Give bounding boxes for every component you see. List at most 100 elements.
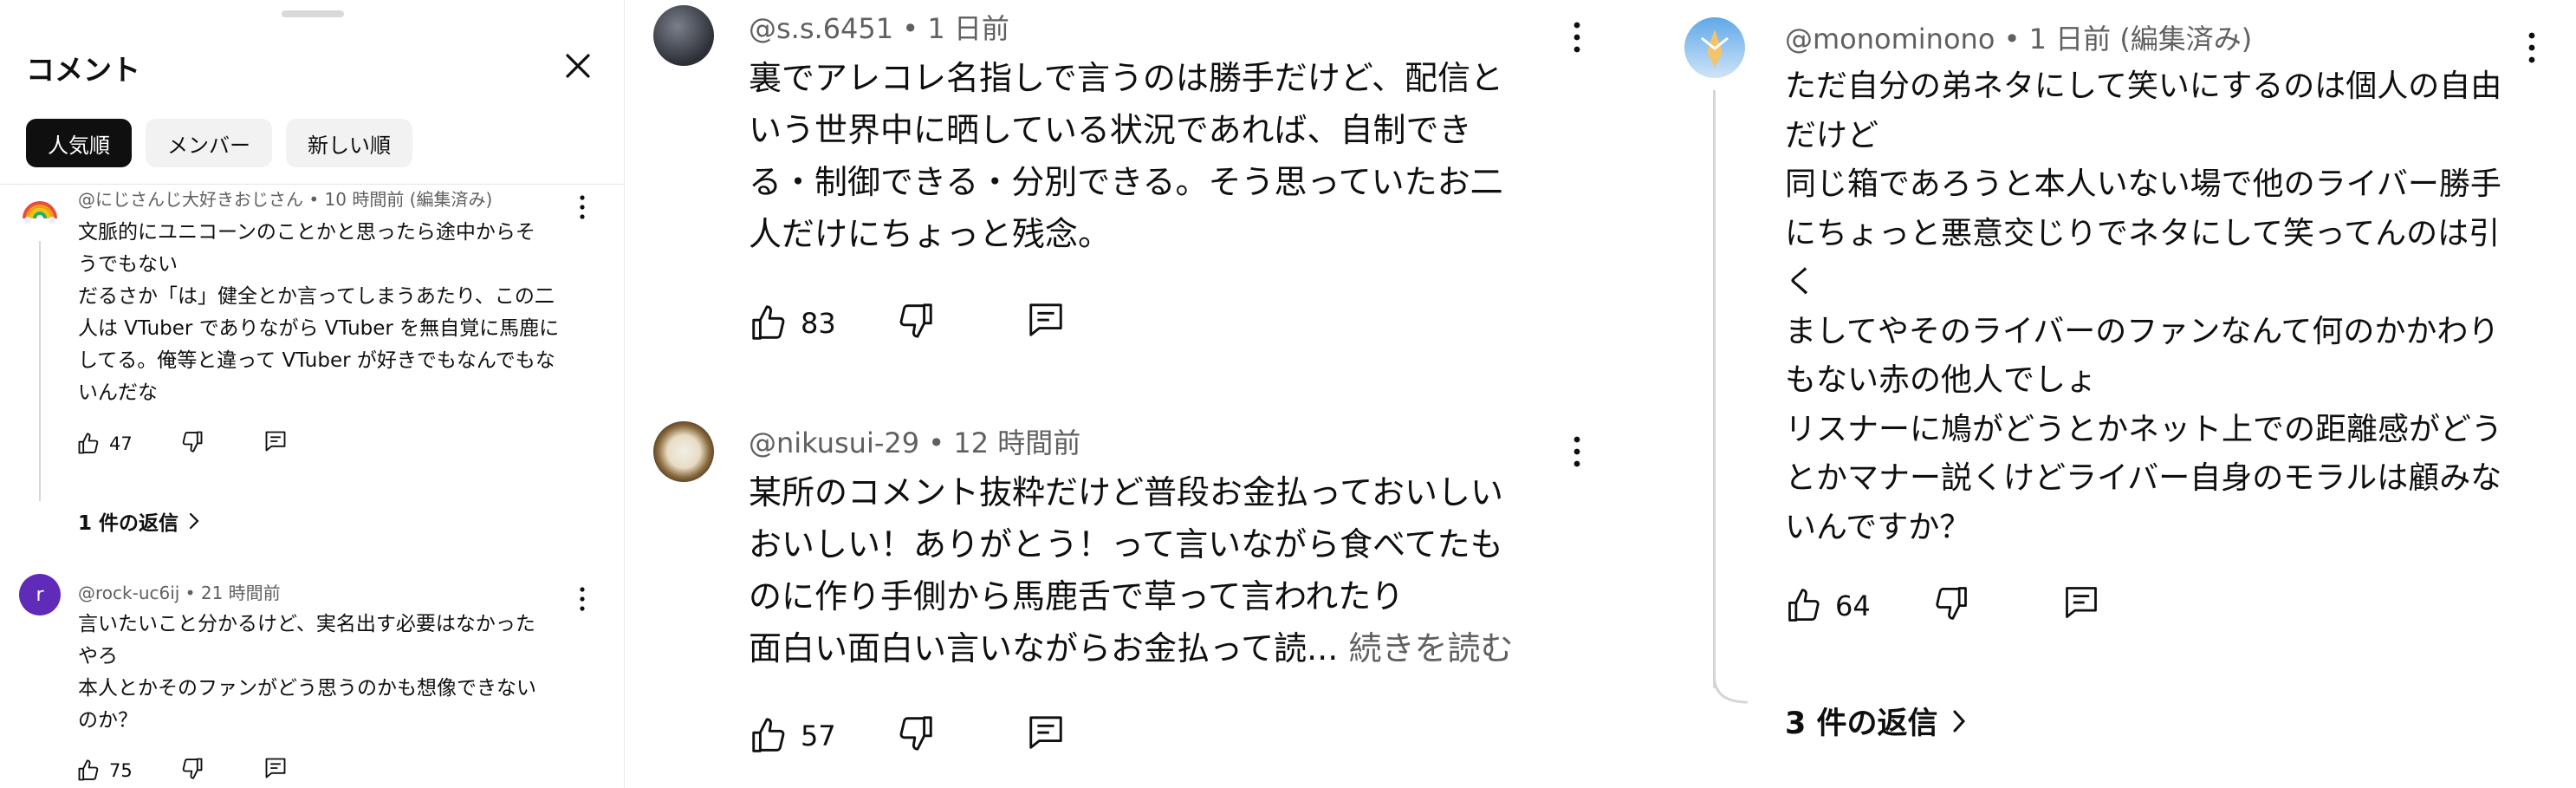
avatar[interactable] <box>653 5 714 66</box>
comment-line: ましてやそのライバーのファンなんて何のかかわり <box>1785 313 2500 349</box>
like-button[interactable]: 64 <box>1785 587 1932 625</box>
like-count: 47 <box>109 433 133 454</box>
comments-sheet: コメント 人気順 メンバー 新しい順 @にじさんじ大好きおじさん • 10 時間… <box>0 0 625 788</box>
comment-line: 人だけにちょっと残念。 <box>749 215 1112 253</box>
comment-author[interactable]: @rock-uc6ij <box>78 583 179 603</box>
comment-time: 21 時間前 <box>200 583 281 603</box>
comment-line: おいしい！ありがとう！って言いながら食べてたも <box>749 525 1503 563</box>
like-button[interactable]: 57 <box>749 716 896 756</box>
comment-line: うでもない <box>78 253 178 276</box>
comment-text: 某所のコメント抜粋だけど普段お金払っておいしい おいしい！ありがとう！って言いな… <box>749 466 1513 674</box>
thumb-down-icon[interactable] <box>1932 583 2062 628</box>
comment-meta: @rock-uc6ij • 21 時間前 <box>78 583 281 603</box>
replies-button[interactable]: 3 件の返信 <box>1785 699 1968 743</box>
more-vert-icon[interactable] <box>2521 29 2542 66</box>
comment-author[interactable]: @nikusui-29 <box>749 427 919 459</box>
avatar[interactable] <box>653 421 714 482</box>
thumb-down-icon[interactable] <box>896 713 1026 759</box>
close-icon[interactable] <box>559 47 597 85</box>
comment-text: ただ自分の弟ネタにして笑いにするのは個人の自由 だけど 同じ箱であろうと本人いな… <box>1785 62 2502 552</box>
thread-line <box>1713 90 1716 688</box>
comment-line: く <box>1785 264 1817 300</box>
like-count: 83 <box>801 307 836 340</box>
comment-line: 同じ箱であろうと本人いない場で他のライバー勝手 <box>1785 166 2501 202</box>
comment-line: だけど <box>1785 117 1879 153</box>
comment-meta: @s.s.6451 • 1 日前 <box>749 12 1009 45</box>
comment-line: いんだな <box>78 381 158 404</box>
comment-line: にちょっと悪意交じりでネタにして笑ってんのは引 <box>1785 215 2501 251</box>
thread-curve <box>1713 676 1749 704</box>
comment-line-last: 面白い面白い言いながらお金払って読... 続きを読む <box>749 622 1513 674</box>
comment-author[interactable]: @monominono <box>1785 23 1995 55</box>
like-count: 64 <box>1835 589 1871 622</box>
thumb-down-icon[interactable] <box>180 756 263 785</box>
sort-tabs: 人気順 メンバー 新しい順 <box>26 119 412 167</box>
comment-line: ただ自分の弟ネタにして笑いにするのは個人の自由 <box>1785 68 2502 104</box>
comment-line: リスナーに鳩がどうとかネット上での距離感がどう <box>1785 411 2503 447</box>
thumb-up-icon <box>752 305 785 340</box>
comment-text: 文脈的にユニコーンのことかと思ったら途中からそ うでもない だるさか「は」健全と… <box>78 217 576 409</box>
more-vert-icon[interactable] <box>1567 19 1587 55</box>
comment-line: だるさか「は」健全とか言ってしまうあたり、この二 <box>78 285 555 308</box>
avatar[interactable]: r <box>19 574 61 615</box>
replies-label: 3 件の返信 <box>1785 707 1938 741</box>
replies-button[interactable]: 1 件の返信 <box>78 506 201 536</box>
comment-actions: 83 <box>749 300 1066 347</box>
like-button[interactable]: 75 <box>76 759 180 783</box>
chevron-right-icon <box>189 512 199 530</box>
comment-line: してる。俺等と違って VTuber が好きでもなんでもな <box>78 349 555 372</box>
tab-members[interactable]: メンバー <box>146 119 272 167</box>
comment-author[interactable]: @s.s.6451 <box>749 12 893 45</box>
avatar-rainbow[interactable] <box>19 189 61 231</box>
comment-meta: @にじさんじ大好きおじさん • 10 時間前 (編集済み) <box>78 189 493 210</box>
comment-actions: 75 <box>76 756 288 785</box>
comment-line: のに作り手側から馬鹿舌で草って言われたり <box>749 577 1405 615</box>
sheet-title: コメント <box>26 53 140 87</box>
comment-actions: 64 <box>1785 583 2100 628</box>
comment-line: とかマナー説くけどライバー自身のモラルは顧みな <box>1785 460 2502 496</box>
comment-line: 本人とかそのファンがどう思うのかも想像できない <box>78 677 536 700</box>
reply-comment-icon[interactable] <box>1026 300 1066 347</box>
thumb-up-icon <box>1788 589 1820 622</box>
tab-newest[interactable]: 新しい順 <box>286 119 412 167</box>
thumb-up-icon <box>78 759 99 780</box>
like-count: 57 <box>801 720 836 752</box>
comment-line: 某所のコメント抜粋だけど普段お金払っておいしい <box>749 473 1503 511</box>
comment-text: 裏でアレコレ名指しで言うのは勝手だけど、配信と いう世界中に晒している状況であれ… <box>749 52 1503 260</box>
chevron-right-icon <box>1953 710 1965 732</box>
comment-time: 1 日前 <box>927 12 1009 45</box>
comment-author[interactable]: @にじさんじ大好きおじさん <box>78 189 303 210</box>
comment-time: 12 時間前 <box>953 427 1081 459</box>
comment-meta: @nikusui-29 • 12 時間前 <box>749 427 1081 459</box>
reply-comment-icon[interactable] <box>263 756 288 785</box>
comment-line: いう世界中に晒している状況であれば、自制でき <box>749 111 1472 149</box>
read-more-link[interactable]: 続きを読む <box>1348 629 1513 668</box>
more-vert-icon[interactable] <box>574 584 591 614</box>
thumb-up-icon <box>752 718 785 752</box>
like-button[interactable]: 83 <box>749 303 896 343</box>
drag-handle[interactable] <box>282 10 344 17</box>
avatar[interactable] <box>1684 17 1745 78</box>
more-vert-icon[interactable] <box>1567 433 1587 470</box>
thread-line <box>39 241 41 501</box>
tab-popular[interactable]: 人気順 <box>26 119 132 167</box>
reply-comment-icon[interactable] <box>1026 713 1066 759</box>
divider <box>0 184 624 185</box>
comment-line: る・制御できる・分別できる。そう思っていたお二 <box>749 163 1503 201</box>
comment-list-right: @monominono • 1 日前 (編集済み) ただ自分の弟ネタにして笑いに… <box>1655 0 2576 788</box>
thumb-up-icon <box>78 432 99 453</box>
replies-label: 1 件の返信 <box>78 512 179 535</box>
comment-line: 裏でアレコレ名指しで言うのは勝手だけど、配信と <box>749 59 1503 97</box>
like-count: 75 <box>109 759 133 781</box>
like-button[interactable]: 47 <box>76 432 180 456</box>
comment-line: のか？ <box>78 709 138 732</box>
thumb-down-icon[interactable] <box>180 429 263 458</box>
comment-meta: @monominono • 1 日前 (編集済み) <box>1785 23 2253 55</box>
comment-line: 文脈的にユニコーンのことかと思ったら途中からそ <box>78 221 535 244</box>
comment-line: 人は VTuber でありながら VTuber を無自覚に馬鹿に <box>78 317 560 340</box>
more-vert-icon[interactable] <box>574 192 591 222</box>
reply-comment-icon[interactable] <box>2062 583 2100 628</box>
comment-text: 言いたいこと分かるけど、実名出す必要はなかった やろ 本人とかそのファンがどう思… <box>78 609 576 737</box>
reply-comment-icon[interactable] <box>263 429 288 458</box>
thumb-down-icon[interactable] <box>896 300 1026 347</box>
